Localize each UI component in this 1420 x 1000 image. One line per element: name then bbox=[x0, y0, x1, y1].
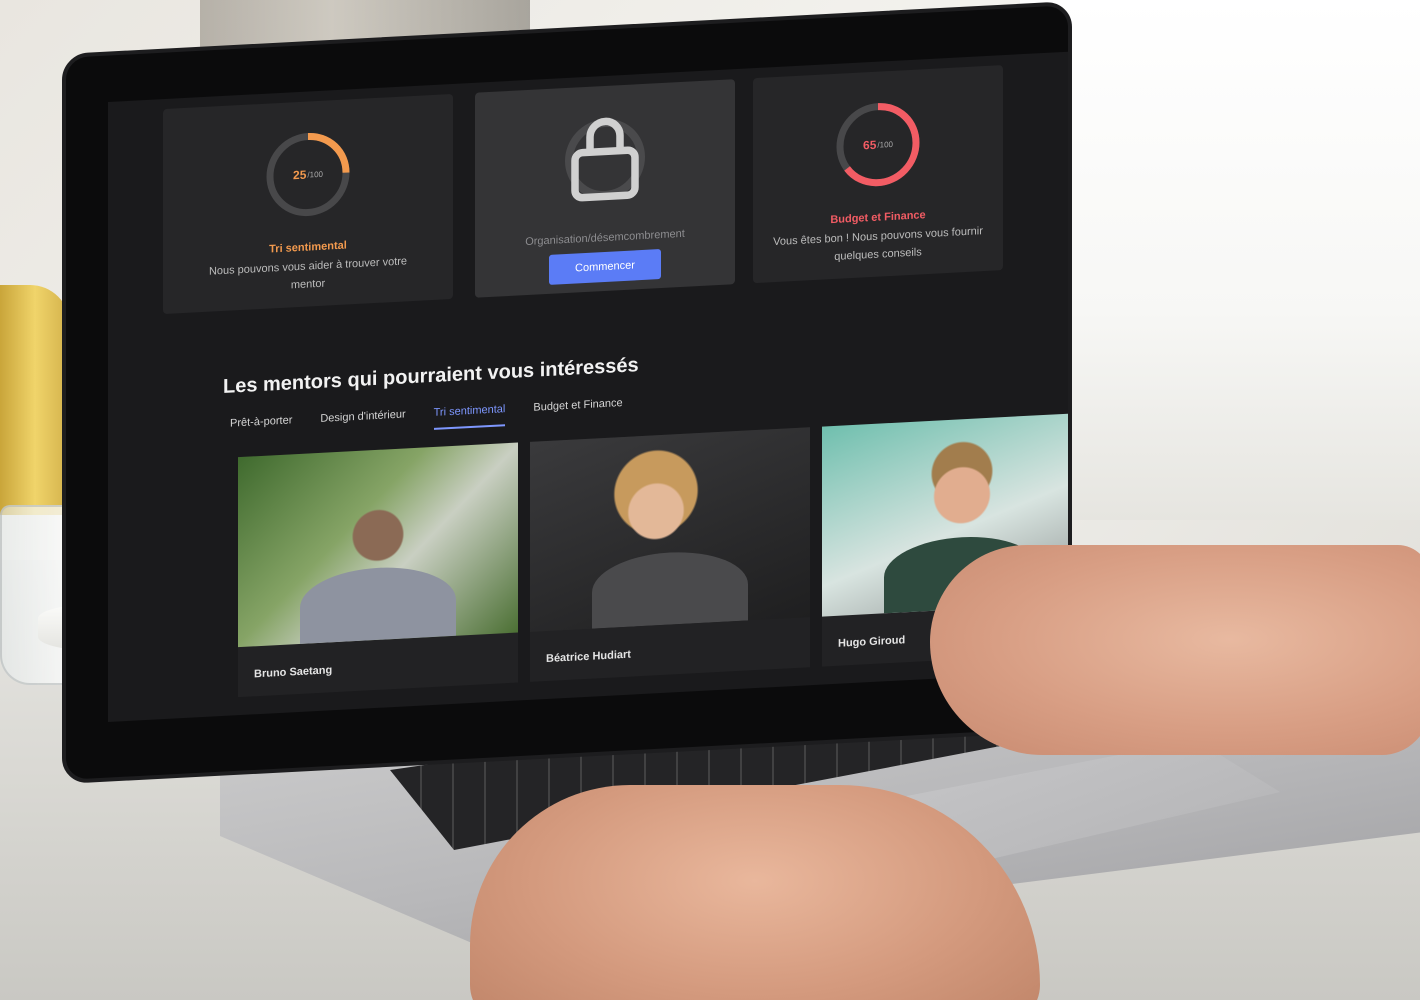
tab-design-interieur[interactable]: Design d'intérieur bbox=[320, 408, 405, 435]
card-organisation: Organisation/désemcombrement Commencer bbox=[475, 79, 735, 298]
card-description: Vous êtes bon ! Nous pouvons vous fourni… bbox=[773, 225, 983, 263]
mentor-photo bbox=[238, 442, 518, 648]
score-max: /100 bbox=[307, 169, 323, 180]
card-description: Nous pouvons vous aider à trouver votre … bbox=[208, 255, 408, 292]
progress-cards: 25/100 Tri sentimental Nous pouvons vous… bbox=[163, 65, 1003, 324]
lock-icon bbox=[571, 117, 639, 202]
mentor-card[interactable]: Béatrice Hudiart bbox=[530, 427, 810, 682]
score-value: 25 bbox=[293, 167, 307, 183]
score-ring: 65/100 bbox=[833, 97, 923, 192]
mentor-photo bbox=[530, 427, 810, 632]
yellow-vase bbox=[0, 285, 70, 515]
card-title: Tri sentimental bbox=[269, 239, 347, 256]
mentors-section-title: Les mentors qui pourraient vous intéress… bbox=[223, 354, 639, 398]
app-screen: 25/100 Tri sentimental Nous pouvons vous… bbox=[108, 51, 1068, 722]
locked-ring bbox=[560, 112, 650, 207]
mentor-card[interactable]: Bruno Saetang bbox=[238, 442, 518, 698]
score-ring: 25/100 bbox=[263, 127, 353, 222]
mentor-name: Bruno Saetang bbox=[254, 664, 333, 681]
tab-budget-finance[interactable]: Budget et Finance bbox=[533, 397, 622, 425]
mentor-category-tabs: Prêt-à-porter Design d'intérieur Tri sen… bbox=[230, 397, 623, 441]
card-budget-finance[interactable]: 65/100 Budget et Finance Vous êtes bon !… bbox=[753, 65, 1003, 284]
tab-pret-a-porter[interactable]: Prêt-à-porter bbox=[230, 414, 292, 440]
photo-scene: 25/100 Tri sentimental Nous pouvons vous… bbox=[0, 0, 1420, 1000]
card-title: Budget et Finance bbox=[830, 209, 926, 227]
commencer-button[interactable]: Commencer bbox=[549, 249, 661, 285]
right-hand bbox=[930, 545, 1420, 755]
mentor-name: Béatrice Hudiart bbox=[546, 648, 631, 666]
card-title: Organisation/désemcombrement bbox=[525, 227, 685, 249]
mentor-name: Hugo Giroud bbox=[838, 634, 906, 650]
score-max: /100 bbox=[877, 139, 893, 150]
card-tri-sentimental[interactable]: 25/100 Tri sentimental Nous pouvons vous… bbox=[163, 93, 453, 315]
tab-tri-sentimental[interactable]: Tri sentimental bbox=[433, 403, 506, 430]
score-value: 65 bbox=[863, 137, 877, 153]
